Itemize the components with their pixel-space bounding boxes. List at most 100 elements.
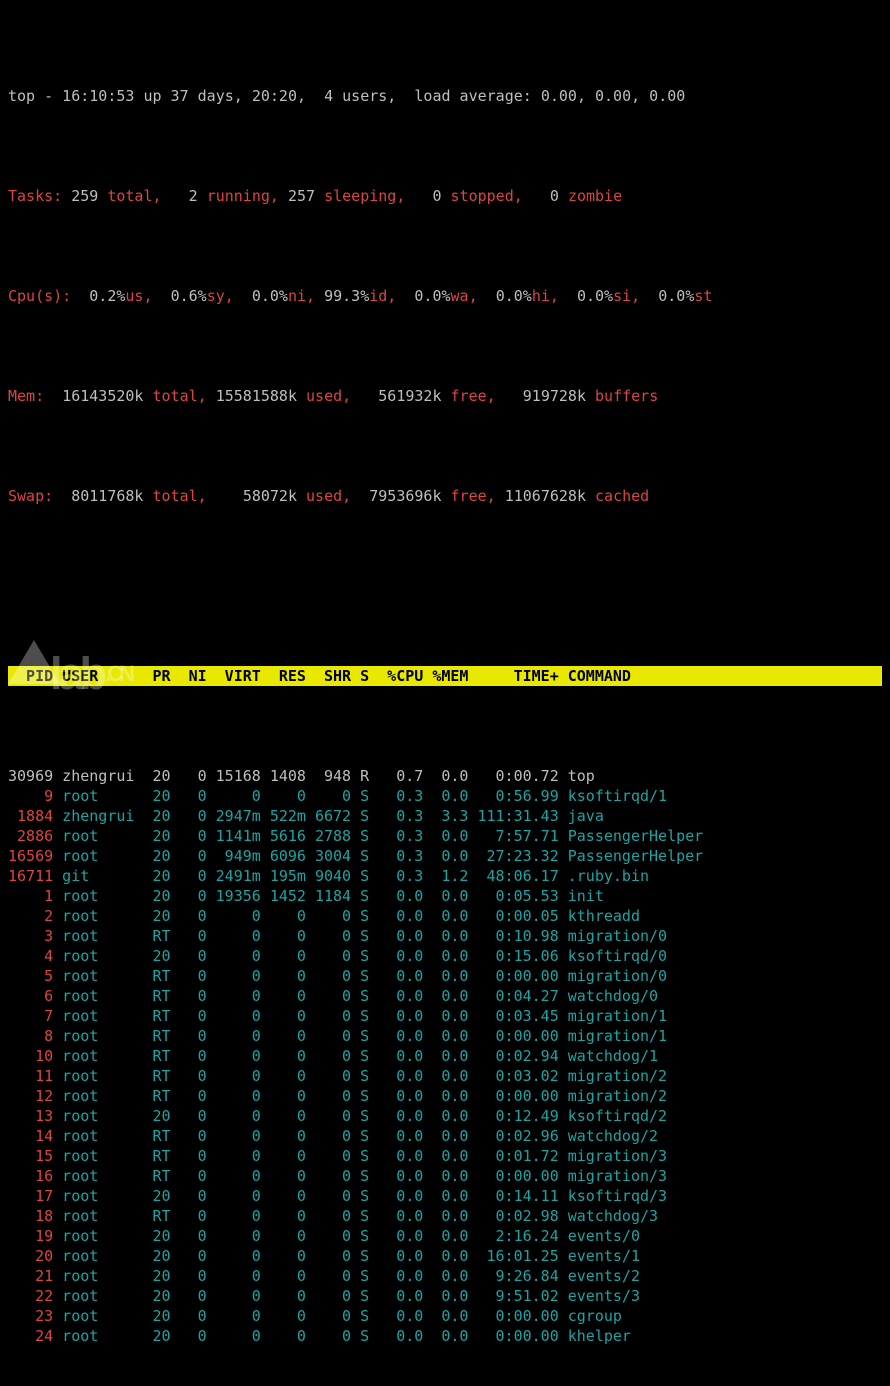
cell-virt: 0 bbox=[207, 1326, 261, 1346]
cell-ni: 0 bbox=[171, 1146, 207, 1166]
cell-s: S bbox=[360, 946, 378, 966]
cell-res: 0 bbox=[261, 1006, 306, 1026]
cell-time: 0:02.94 bbox=[468, 1046, 558, 1066]
process-row: 23 root200000 S0.00.00:00.00cgroup bbox=[8, 1306, 882, 1326]
process-row: 5 rootRT0000 S0.00.00:00.00migration/0 bbox=[8, 966, 882, 986]
cell-pid: 5 bbox=[8, 966, 53, 986]
cell-user: root bbox=[62, 1266, 143, 1286]
cell-cpu: 0.7 bbox=[378, 766, 423, 786]
cell-res: 0 bbox=[261, 786, 306, 806]
cell-res: 0 bbox=[261, 1126, 306, 1146]
cell-res: 0 bbox=[261, 1186, 306, 1206]
process-table-body: 30969 zhengrui200151681408948 R0.70.00:0… bbox=[8, 766, 882, 1346]
cell-res: 0 bbox=[261, 946, 306, 966]
cell-time: 7:57.71 bbox=[468, 826, 558, 846]
cell-shr: 0 bbox=[306, 966, 351, 986]
cell-virt: 0 bbox=[207, 1146, 261, 1166]
cell-res: 0 bbox=[261, 1086, 306, 1106]
cell-ni: 0 bbox=[171, 786, 207, 806]
cell-cpu: 0.0 bbox=[378, 926, 423, 946]
cell-user: root bbox=[62, 1206, 143, 1226]
cell-pid: 14 bbox=[8, 1126, 53, 1146]
cell-res: 0 bbox=[261, 1246, 306, 1266]
cell-cmd: migration/3 bbox=[559, 1166, 667, 1186]
cell-time: 0:04.27 bbox=[468, 986, 558, 1006]
cell-mem: 0.0 bbox=[423, 946, 468, 966]
uptime-line: top - 16:10:53 up 37 days, 20:20, 4 user… bbox=[8, 86, 882, 106]
cell-user: root bbox=[62, 1246, 143, 1266]
cell-ni: 0 bbox=[171, 1246, 207, 1266]
cell-time: 0:00.00 bbox=[468, 1306, 558, 1326]
cell-virt: 0 bbox=[207, 1106, 261, 1126]
cell-res: 0 bbox=[261, 986, 306, 1006]
process-row: 22 root200000 S0.00.09:51.02events/3 bbox=[8, 1286, 882, 1306]
cell-cmd: PassengerHelper bbox=[559, 846, 703, 866]
cell-cpu: 0.0 bbox=[378, 1106, 423, 1126]
cell-user: root bbox=[62, 1066, 143, 1086]
cell-mem: 0.0 bbox=[423, 1066, 468, 1086]
process-row: 1 root2001935614521184 S0.00.00:05.53ini… bbox=[8, 886, 882, 906]
cell-time: 0:03.02 bbox=[468, 1066, 558, 1086]
cell-pr: 20 bbox=[143, 826, 170, 846]
cell-ni: 0 bbox=[171, 846, 207, 866]
cell-res: 6096 bbox=[261, 846, 306, 866]
cell-cpu: 0.3 bbox=[378, 866, 423, 886]
cell-time: 16:01.25 bbox=[468, 1246, 558, 1266]
cell-virt: 0 bbox=[207, 906, 261, 926]
cell-cmd: migration/3 bbox=[559, 1146, 667, 1166]
cell-virt: 0 bbox=[207, 1086, 261, 1106]
cell-virt: 15168 bbox=[207, 766, 261, 786]
cell-s: S bbox=[360, 926, 378, 946]
cell-mem: 0.0 bbox=[423, 1306, 468, 1326]
cell-user: root bbox=[62, 986, 143, 1006]
cell-cpu: 0.0 bbox=[378, 1046, 423, 1066]
cell-shr: 2788 bbox=[306, 826, 351, 846]
cell-s: S bbox=[360, 1186, 378, 1206]
cell-pid: 4 bbox=[8, 946, 53, 966]
cell-virt: 0 bbox=[207, 786, 261, 806]
cell-pr: 20 bbox=[143, 946, 170, 966]
cell-s: S bbox=[360, 1126, 378, 1146]
cell-virt: 0 bbox=[207, 1286, 261, 1306]
cell-time: 0:56.99 bbox=[468, 786, 558, 806]
cell-cmd: migration/0 bbox=[559, 926, 667, 946]
cell-virt: 2491m bbox=[207, 866, 261, 886]
cell-mem: 0.0 bbox=[423, 1206, 468, 1226]
cell-mem: 0.0 bbox=[423, 1166, 468, 1186]
cell-mem: 0.0 bbox=[423, 786, 468, 806]
cell-cpu: 0.0 bbox=[378, 1206, 423, 1226]
terminal-output[interactable]: top - 16:10:53 up 37 days, 20:20, 4 user… bbox=[0, 0, 890, 1386]
process-row: 21 root200000 S0.00.09:26.84events/2 bbox=[8, 1266, 882, 1286]
cell-mem: 0.0 bbox=[423, 1146, 468, 1166]
process-row: 2 root200000 S0.00.00:00.05kthreadd bbox=[8, 906, 882, 926]
cell-ni: 0 bbox=[171, 1326, 207, 1346]
cell-ni: 0 bbox=[171, 1066, 207, 1086]
cell-user: root bbox=[62, 1106, 143, 1126]
process-row: 17 root200000 S0.00.00:14.11ksoftirqd/3 bbox=[8, 1186, 882, 1206]
cell-shr: 0 bbox=[306, 1226, 351, 1246]
cell-virt: 0 bbox=[207, 1006, 261, 1026]
cell-cpu: 0.3 bbox=[378, 826, 423, 846]
cell-cmd: migration/2 bbox=[559, 1066, 667, 1086]
cell-s: S bbox=[360, 1266, 378, 1286]
cell-cmd: ksoftirqd/1 bbox=[559, 786, 667, 806]
cell-virt: 0 bbox=[207, 946, 261, 966]
cell-s: S bbox=[360, 1146, 378, 1166]
cell-shr: 0 bbox=[306, 1306, 351, 1326]
cell-res: 0 bbox=[261, 906, 306, 926]
cell-user: zhengrui bbox=[62, 806, 143, 826]
process-row: 16 rootRT0000 S0.00.00:00.00migration/3 bbox=[8, 1166, 882, 1186]
cell-cpu: 0.0 bbox=[378, 1186, 423, 1206]
cell-res: 5616 bbox=[261, 826, 306, 846]
cell-pr: RT bbox=[143, 1146, 170, 1166]
cell-ni: 0 bbox=[171, 1026, 207, 1046]
process-row: 20 root200000 S0.00.016:01.25events/1 bbox=[8, 1246, 882, 1266]
cell-mem: 0.0 bbox=[423, 886, 468, 906]
cell-cpu: 0.0 bbox=[378, 946, 423, 966]
cell-ni: 0 bbox=[171, 1166, 207, 1186]
cell-ni: 0 bbox=[171, 1106, 207, 1126]
cell-cpu: 0.0 bbox=[378, 1006, 423, 1026]
cell-ni: 0 bbox=[171, 1206, 207, 1226]
cell-user: root bbox=[62, 1166, 143, 1186]
cell-user: root bbox=[62, 1026, 143, 1046]
